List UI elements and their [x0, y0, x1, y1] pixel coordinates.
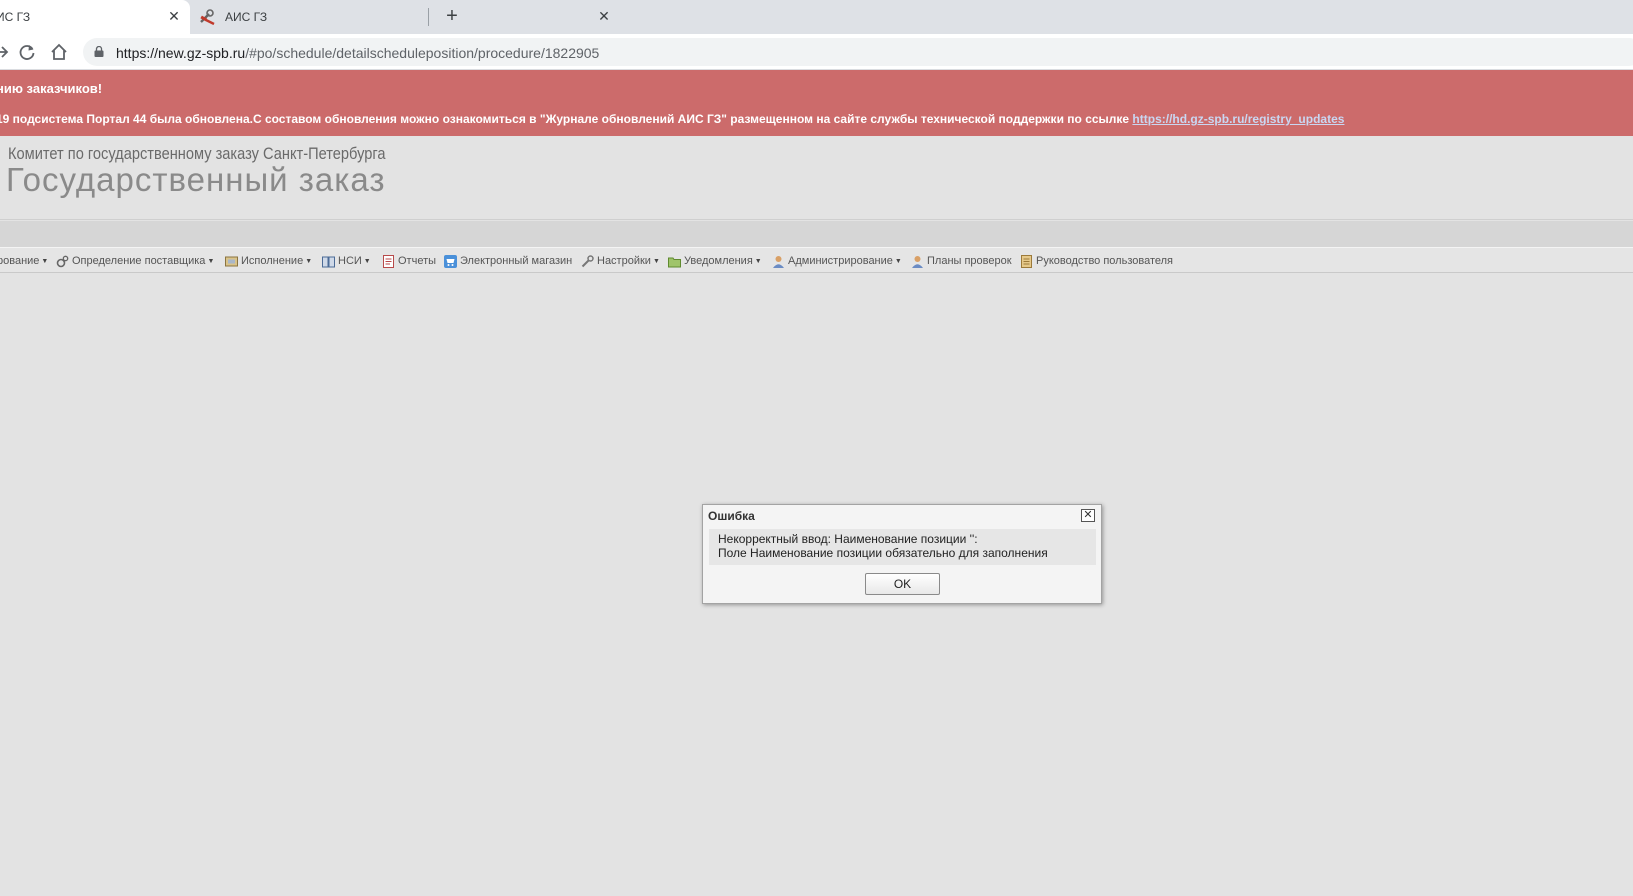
- browser-toolbar: https://new.gz-spb.ru/#po/schedule/detai…: [0, 34, 1633, 70]
- menu-nsi[interactable]: НСИ ▼: [322, 248, 371, 274]
- gears-icon: [56, 255, 69, 267]
- menu-label: Планы проверок: [927, 255, 1012, 267]
- execution-icon: [225, 256, 238, 266]
- browser-tab-active[interactable]: ИС ГЗ ✕: [0, 0, 190, 34]
- tab-close-icon[interactable]: ✕: [596, 8, 612, 24]
- notice-body: 19 подсистема Портал 44 была обновлена.С…: [0, 112, 1344, 126]
- tab-close-icon[interactable]: ✕: [166, 8, 182, 24]
- menu-label: Настройки: [597, 255, 651, 267]
- url-path: /#po/schedule/detailscheduleposition/pro…: [245, 45, 600, 61]
- book-icon: [322, 256, 335, 267]
- notice-text: 19 подсистема Портал 44 была обновлена.С…: [0, 112, 1133, 126]
- cart-icon: [444, 254, 457, 268]
- menu-label: Уведомления: [684, 255, 753, 267]
- address-bar[interactable]: https://new.gz-spb.ru/#po/schedule/detai…: [83, 38, 1633, 66]
- user-icon: [773, 255, 784, 268]
- dialog-message: Некорректный ввод: Наименование позиции …: [709, 529, 1096, 565]
- url-host: https://new.gz-spb.ru: [116, 45, 246, 61]
- notice-headline: нию заказчиков!: [0, 81, 103, 96]
- tools-favicon-icon: [200, 9, 215, 25]
- menu-label: Руководство пользователя: [1036, 255, 1173, 267]
- header-divider: [0, 219, 1633, 220]
- menu-supplier-definition[interactable]: Определение поставщика ▼: [56, 248, 214, 274]
- menu-reports[interactable]: Отчеты: [382, 248, 436, 274]
- home-icon[interactable]: [49, 42, 69, 62]
- dialog-message-line2: Поле Наименование позиции обязательно дл…: [718, 546, 1048, 560]
- menu-label: Определение поставщика: [72, 255, 206, 267]
- menu-inspection-plans[interactable]: Планы проверок: [911, 248, 1012, 274]
- menu-label: рование: [0, 255, 40, 267]
- menu-label: НСИ: [338, 255, 362, 267]
- main-menu: рование ▼ Определение поставщика ▼ Исполне…: [0, 247, 1633, 273]
- caret-down-icon: ▼: [754, 257, 762, 265]
- caret-down-icon: ▼: [894, 257, 902, 265]
- caret-down-icon: ▼: [305, 257, 313, 265]
- wrench-icon: [581, 254, 594, 267]
- update-notice-banner: нию заказчиков! 19 подсистема Портал 44 …: [0, 70, 1633, 136]
- tab-title: АИС ГЗ: [225, 10, 268, 24]
- ok-button[interactable]: OK: [865, 573, 940, 595]
- dialog-title: Ошибка: [708, 509, 755, 523]
- new-tab-button[interactable]: +: [441, 6, 463, 28]
- lock-icon: [94, 46, 104, 57]
- tab-title: ИС ГЗ: [0, 10, 31, 24]
- menu-planning[interactable]: рование ▼: [0, 248, 48, 274]
- report-icon: [383, 254, 394, 268]
- menu-label: Отчеты: [398, 255, 437, 267]
- caret-down-icon: ▼: [652, 257, 660, 265]
- menu-label: Электронный магазин: [460, 255, 573, 267]
- menu-user-manual[interactable]: Руководство пользователя: [1020, 248, 1173, 274]
- menu-execution[interactable]: Исполнение ▼: [225, 248, 312, 274]
- error-dialog: Ошибка ✕ Некорректный ввод: Наименование…: [702, 504, 1102, 604]
- user-icon: [912, 255, 923, 268]
- dialog-message-line1: Некорректный ввод: Наименование позиции …: [718, 532, 978, 546]
- menu-administration[interactable]: Администрирование ▼: [772, 248, 902, 274]
- notice-link[interactable]: https://hd.gz-spb.ru/registry_updates: [1132, 112, 1344, 126]
- manual-icon: [1021, 254, 1032, 268]
- browser-tab-inactive[interactable]: АИС ГЗ ✕: [190, 0, 610, 34]
- caret-down-icon: ▼: [41, 257, 49, 265]
- reload-icon[interactable]: [17, 42, 37, 62]
- brand-title: Государственный заказ: [6, 161, 386, 198]
- menu-notifications[interactable]: Уведомления ▼: [668, 248, 762, 274]
- forward-icon[interactable]: [0, 42, 12, 62]
- dialog-close-icon[interactable]: ✕: [1081, 509, 1095, 522]
- caret-down-icon: ▼: [363, 257, 371, 265]
- browser-tab-strip: ИС ГЗ ✕ АИС ГЗ ✕ +: [0, 0, 1633, 34]
- url-text: https://new.gz-spb.ru/#po/schedule/detai…: [116, 45, 599, 61]
- tab-separator: [428, 8, 429, 26]
- caret-down-icon: ▼: [207, 257, 215, 265]
- menu-settings[interactable]: Настройки ▼: [581, 248, 660, 274]
- menu-label: Исполнение: [241, 255, 304, 267]
- menu-label: Администрирование: [788, 255, 893, 267]
- folder-icon: [668, 257, 681, 267]
- menu-e-shop[interactable]: Электронный магазин: [444, 248, 572, 274]
- header-band: [0, 221, 1633, 247]
